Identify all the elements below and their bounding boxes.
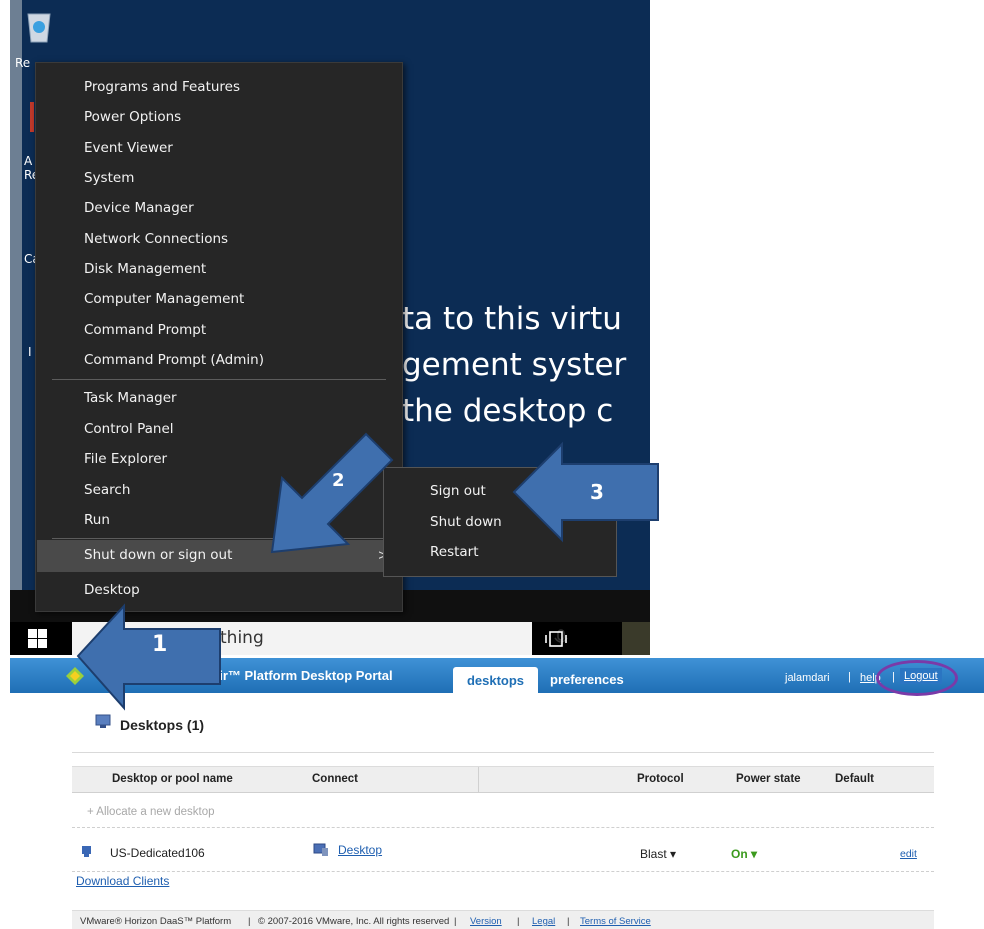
column-header-default: Default — [835, 773, 874, 785]
menu-item-network-connections[interactable]: Network Connections — [84, 231, 228, 247]
wallpaper-text: ta to this virtu gement syster the deskt… — [402, 296, 626, 434]
section-divider — [72, 752, 934, 753]
desktop-icon-strip — [10, 0, 22, 590]
menu-item-system[interactable]: System — [84, 170, 134, 186]
row-divider — [72, 871, 934, 872]
menu-item-power-options[interactable]: Power Options — [84, 109, 181, 125]
annotation-arrow-1 — [76, 603, 221, 711]
footer-version-link[interactable]: Version — [470, 916, 502, 927]
column-header-protocol: Protocol — [637, 773, 684, 785]
column-divider — [478, 767, 479, 792]
menu-item-command-prompt-admin[interactable]: Command Prompt (Admin) — [84, 352, 264, 368]
adobe-reader-icon[interactable] — [22, 102, 34, 136]
protocol-dropdown[interactable]: Blast ▾ — [640, 847, 676, 861]
power-state-dropdown[interactable]: On ▾ — [731, 847, 757, 861]
task-view-icon[interactable] — [545, 630, 567, 648]
menu-item-command-prompt[interactable]: Command Prompt — [84, 322, 206, 338]
submenu-item-sign-out[interactable]: Sign out — [430, 483, 486, 499]
menu-item-computer-management[interactable]: Computer Management — [84, 291, 244, 307]
footer-legal-link[interactable]: Legal — [532, 916, 555, 927]
recycle-bin-label: Re — [15, 56, 31, 70]
current-user: jalamdari — [785, 672, 830, 684]
portal-footer: VMware® Horizon DaaS™ Platform | © 2007-… — [72, 910, 934, 929]
menu-item-shutdown-label: Shut down or sign out — [84, 547, 233, 563]
menu-item-file-explorer[interactable]: File Explorer — [84, 451, 167, 467]
column-header-connect: Connect — [312, 773, 358, 785]
submenu-item-restart[interactable]: Restart — [430, 544, 479, 560]
taskbar-pinned-app[interactable] — [622, 622, 650, 655]
wallpaper-line: gement syster — [402, 347, 627, 383]
wallpaper-line: the desktop c — [402, 393, 614, 429]
connect-desktop-link[interactable]: Desktop — [338, 843, 382, 857]
section-heading: Desktops (1) — [120, 717, 205, 733]
column-header-name: Desktop or pool name — [112, 773, 233, 785]
wallpaper-line: ta to this virtu — [402, 301, 622, 337]
menu-item-control-panel[interactable]: Control Panel — [84, 421, 174, 437]
search-box-text: thing — [220, 628, 264, 648]
menu-item-search[interactable]: Search — [84, 482, 130, 498]
row-divider — [72, 827, 934, 828]
logout-highlight-circle — [876, 660, 958, 696]
annotation-number-3: 3 — [590, 480, 604, 504]
footer-separator: | — [567, 916, 570, 927]
submenu-item-shut-down[interactable]: Shut down — [430, 514, 502, 530]
allocate-desktop-link[interactable]: + Allocate a new desktop — [87, 806, 215, 818]
menu-item-desktop[interactable]: Desktop — [84, 582, 140, 598]
windows-start-icon[interactable] — [28, 629, 47, 648]
download-clients-link[interactable]: Download Clients — [76, 874, 169, 888]
menu-item-run[interactable]: Run — [84, 512, 110, 528]
footer-separator: | — [454, 916, 457, 927]
footer-separator: | — [517, 916, 520, 927]
annotation-arrow-3 — [512, 441, 659, 543]
footer-terms-link[interactable]: Terms of Service — [580, 916, 651, 927]
tab-preferences[interactable]: preferences — [550, 672, 624, 687]
header-separator: | — [848, 671, 851, 683]
footer-separator: | — [248, 916, 251, 927]
menu-item-device-manager[interactable]: Device Manager — [84, 200, 194, 216]
menu-item-programs-features[interactable]: Programs and Features — [84, 79, 240, 95]
annotation-number-2: 2 — [332, 470, 345, 491]
edit-link[interactable]: edit — [900, 848, 917, 860]
footer-copyright: © 2007-2016 VMware, Inc. All rights rese… — [258, 916, 450, 927]
desktops-table-header: Desktop or pool name Connect Protocol Po… — [72, 766, 934, 793]
connect-desktop-icon[interactable] — [313, 843, 329, 857]
desktop-row-icon — [82, 846, 91, 857]
column-header-power: Power state — [736, 773, 801, 785]
annotation-number-1: 1 — [152, 632, 168, 657]
menu-separator — [52, 379, 386, 380]
menu-item-task-manager[interactable]: Task Manager — [84, 390, 177, 406]
recycle-bin-icon[interactable] — [22, 10, 56, 44]
tab-desktops[interactable]: desktops — [453, 667, 538, 693]
footer-brand: VMware® Horizon DaaS™ Platform — [80, 916, 232, 927]
desktops-section-icon — [95, 714, 111, 728]
table-row-desktop-name: US-Dedicated106 — [110, 846, 205, 860]
menu-item-event-viewer[interactable]: Event Viewer — [84, 140, 173, 156]
menu-item-disk-management[interactable]: Disk Management — [84, 261, 206, 277]
